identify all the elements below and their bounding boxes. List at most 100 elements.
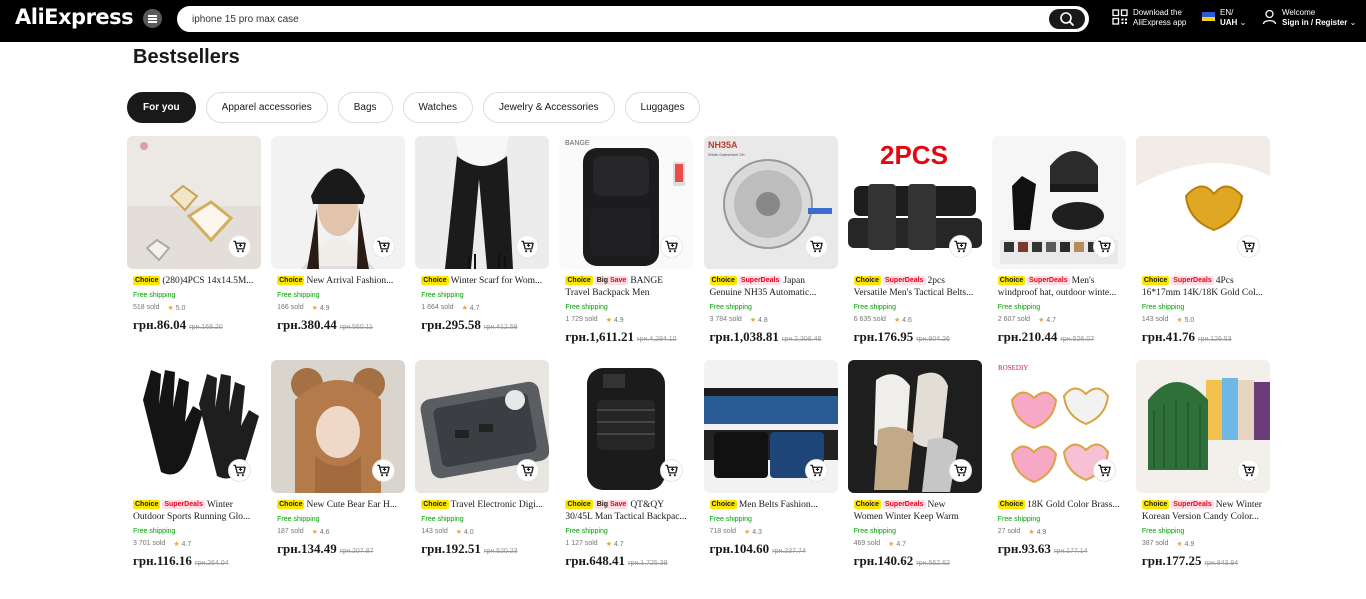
product-meta: 387 sold ★ 4.9 xyxy=(1136,540,1270,548)
sold-count: 1 729 sold xyxy=(565,316,598,323)
product-card[interactable]: BANGE Choice Big Save BANGE Travel Backpack… xyxy=(559,136,694,350)
product-thumbnail[interactable] xyxy=(271,360,406,493)
price-row: грн.1,611.21 грн.4,284.10 xyxy=(559,329,693,345)
product-card[interactable]: ROSEDIY Choice 18K Gold Color Brass... Free… xyxy=(991,360,1126,574)
svg-text:ROSEDIY: ROSEDIY xyxy=(998,364,1028,372)
product-thumbnail[interactable] xyxy=(271,136,406,269)
product-title[interactable]: Choice SuperDeals Men's windproof hat, out… xyxy=(992,275,1126,299)
add-to-cart-icon xyxy=(377,464,390,477)
product-title[interactable]: Choice SuperDeals 4Pcs 16*17mm 14K/18K Gol… xyxy=(1136,275,1270,299)
current-price: грн.380.44 xyxy=(277,317,337,332)
language-currency-selector[interactable]: EN/ UAH ⌄ xyxy=(1220,8,1246,28)
tab-apparel-accessories[interactable]: Apparel accessories xyxy=(205,92,328,123)
product-card[interactable]: Choice SuperDeals New Winter Korean Versio… xyxy=(1135,360,1270,574)
choice-badge: Choice xyxy=(997,500,1026,509)
product-thumbnail[interactable] xyxy=(703,360,838,493)
product-card[interactable]: Choice SuperDeals Men's windproof hat, out… xyxy=(991,136,1126,350)
product-title[interactable]: Choice SuperDeals Winter Outdoor Sports Ru… xyxy=(127,499,261,523)
add-to-cart-button[interactable] xyxy=(228,459,251,482)
qr-code-icon[interactable] xyxy=(1112,9,1128,25)
add-to-cart-button[interactable] xyxy=(804,235,828,258)
product-title[interactable]: Choice Big Save QT&QY 30/45L Man Tactical … xyxy=(559,499,693,523)
product-title[interactable]: Choice Big Save BANGE Travel Backpack Men … xyxy=(559,275,693,299)
product-thumbnail[interactable] xyxy=(415,360,550,493)
user-icon[interactable] xyxy=(1262,9,1277,25)
add-to-cart-button[interactable] xyxy=(1236,235,1260,258)
original-price: грн.526.07 xyxy=(1060,336,1095,343)
product-title[interactable]: Choice SuperDeals New Winter Korean Versio… xyxy=(1136,499,1270,523)
product-thumbnail[interactable] xyxy=(847,360,982,493)
add-to-cart-button[interactable] xyxy=(948,459,972,482)
product-thumbnail[interactable] xyxy=(1135,136,1270,269)
add-to-cart-button[interactable] xyxy=(372,235,396,258)
product-thumbnail[interactable] xyxy=(559,360,694,493)
search-input[interactable] xyxy=(192,7,1032,31)
product-card[interactable]: Choice SuperDeals Winter Outdoor Sports Ru… xyxy=(127,360,261,574)
price-row: грн.104.60 грн.237.74 xyxy=(704,541,838,557)
product-card[interactable]: Choice Winter Scarf for Wom... Free shippi… xyxy=(415,136,550,350)
tab-jewelry-accessories[interactable]: Jewelry & Accessories xyxy=(483,92,615,123)
add-to-cart-button[interactable] xyxy=(372,459,396,482)
menu-icon[interactable] xyxy=(143,9,162,28)
product-title[interactable]: Choice (280)4PCS 14x14.5M... xyxy=(127,275,261,287)
tab-bags[interactable]: Bags xyxy=(337,92,393,123)
product-card[interactable]: Choice New Arrival Fashion... Free shippin… xyxy=(271,136,406,350)
add-to-cart-button[interactable] xyxy=(948,235,972,258)
product-thumbnail[interactable] xyxy=(1135,360,1270,493)
tab-for-you[interactable]: For you xyxy=(127,92,196,123)
ukraine-flag-icon xyxy=(1202,12,1215,21)
product-card[interactable]: Choice SuperDeals 4Pcs 16*17mm 14K/18K Gol… xyxy=(1135,136,1270,350)
product-thumbnail[interactable] xyxy=(127,360,261,493)
add-to-cart-button[interactable] xyxy=(228,235,251,258)
add-to-cart-button[interactable] xyxy=(1236,459,1260,482)
tab-watches[interactable]: Watches xyxy=(402,92,474,123)
product-card[interactable]: Choice Travel Electronic Digi... Free ship… xyxy=(415,360,550,574)
aliexpress-logo[interactable]: AliExpress xyxy=(15,5,134,29)
product-card[interactable]: Choice New Cute Bear Ear H... Free shippin… xyxy=(271,360,406,574)
add-to-cart-button[interactable] xyxy=(1092,459,1116,482)
original-price: грн.560.11 xyxy=(339,324,373,331)
add-to-cart-button[interactable] xyxy=(804,459,828,482)
product-title[interactable]: Choice SuperDeals Japan Genuine NH35 Autom… xyxy=(704,275,838,299)
free-shipping-label: Free shipping xyxy=(1141,304,1185,311)
product-title[interactable]: Choice New Cute Bear Ear H... xyxy=(271,499,405,511)
rating-value: 5.0 xyxy=(175,305,186,312)
product-title[interactable]: Choice New Arrival Fashion... xyxy=(271,275,405,287)
add-to-cart-button[interactable] xyxy=(1092,235,1116,258)
superdeals-badge: SuperDeals xyxy=(1171,276,1214,285)
superdeals-badge: SuperDeals xyxy=(1027,276,1070,285)
account-menu[interactable]: Welcome Sign in / Register ⌄ xyxy=(1282,8,1356,28)
product-title[interactable]: Choice Travel Electronic Digi... xyxy=(415,499,549,511)
product-title[interactable]: Choice SuperDeals 2pcs Versatile Men's Tac… xyxy=(848,275,982,299)
product-card[interactable]: NH35A White Datewheel 3H Choice SuperDeals J… xyxy=(703,136,838,350)
price-row: грн.1,038.81 грн.2,308.46 xyxy=(704,329,838,345)
product-card[interactable]: Choice Men Belts Fashion... Free shipping 7… xyxy=(703,360,838,574)
product-thumbnail[interactable]: NH35A White Datewheel 3H xyxy=(703,136,838,269)
product-thumbnail[interactable]: BANGE xyxy=(559,136,694,269)
product-title[interactable]: Choice Men Belts Fashion... xyxy=(704,499,838,511)
product-thumbnail[interactable]: 2PCS xyxy=(847,136,982,269)
sign-in-register-link[interactable]: Sign in / Register xyxy=(1282,18,1347,27)
product-meta: 143 sold ★ 4.0 xyxy=(415,528,549,536)
superdeals-badge: SuperDeals xyxy=(882,500,926,509)
rating-value: 4.6 xyxy=(902,317,912,324)
bigsave-word-big: Big xyxy=(596,277,608,284)
product-card[interactable]: Choice SuperDeals New Women Winter Keep Wa… xyxy=(847,360,982,574)
product-thumbnail[interactable]: ROSEDIY xyxy=(991,360,1126,493)
product-title[interactable]: Choice Winter Scarf for Wom... xyxy=(415,275,549,287)
product-card[interactable]: 2PCS Choice SuperDeals 2pcs Versatile Men's… xyxy=(847,136,982,350)
product-title[interactable]: Choice SuperDeals New Women Winter Keep Wa… xyxy=(848,499,982,523)
product-thumbnail[interactable] xyxy=(127,136,261,269)
download-app-link[interactable]: Download the AliExpress app xyxy=(1133,8,1186,28)
product-thumbnail[interactable] xyxy=(415,136,550,269)
tab-luggages[interactable]: Luggages xyxy=(624,92,701,123)
product-thumbnail[interactable] xyxy=(991,136,1126,269)
product-card[interactable]: Choice Big Save QT&QY 30/45L Man Tactical … xyxy=(559,360,694,574)
search-button[interactable] xyxy=(1049,9,1085,29)
star-icon: ★ xyxy=(311,305,318,312)
sold-count: 387 sold xyxy=(1141,540,1169,547)
rating-value: 4.7 xyxy=(896,541,907,548)
star-icon: ★ xyxy=(743,529,751,536)
product-title[interactable]: Choice 18K Gold Color Brass... xyxy=(992,499,1126,511)
product-card[interactable]: Choice (280)4PCS 14x14.5M... Free shipping… xyxy=(127,136,261,350)
